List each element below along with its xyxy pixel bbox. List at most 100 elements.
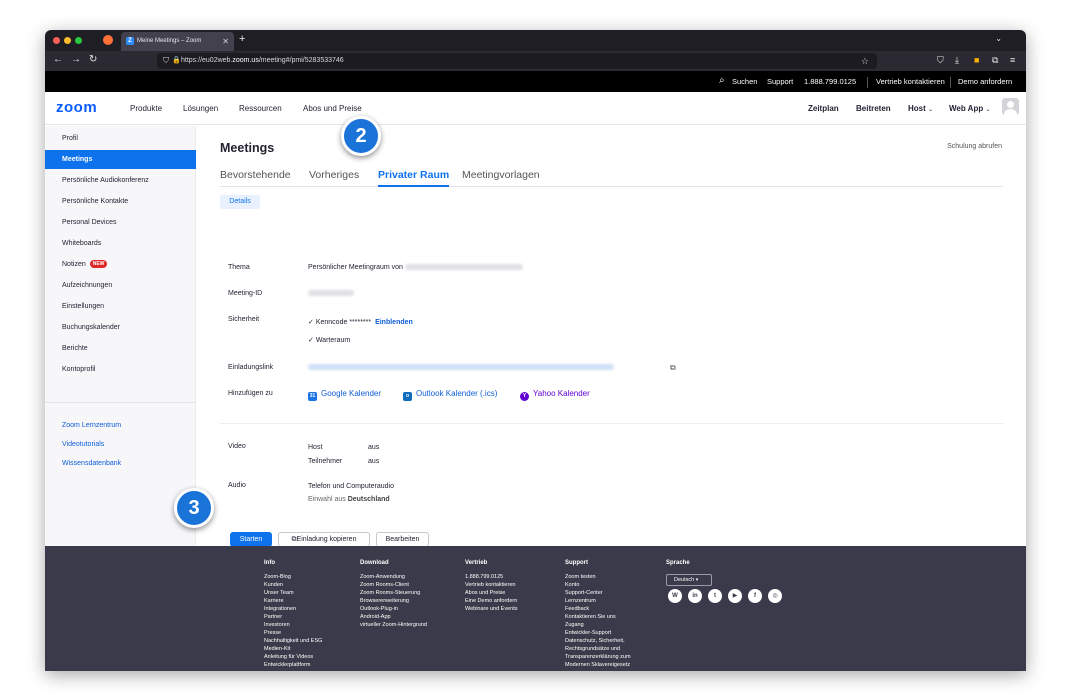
footer-link[interactable]: Karriere bbox=[264, 597, 322, 605]
footer-link[interactable]: Unser Team bbox=[264, 589, 322, 597]
lock-icon[interactable]: 🔒 bbox=[172, 53, 181, 69]
footer-link[interactable]: Zoom Rooms-Steuerung bbox=[360, 589, 427, 597]
footer-link[interactable]: Android-App bbox=[360, 613, 427, 621]
youtube-icon[interactable]: ▶ bbox=[728, 589, 742, 603]
menu-hamburger-icon[interactable]: ≡ bbox=[1010, 55, 1015, 65]
wordpress-icon[interactable]: W bbox=[668, 589, 682, 603]
tab-personal-room[interactable]: Privater Raum bbox=[378, 169, 450, 187]
new-tab-icon[interactable]: + bbox=[239, 33, 245, 45]
sidebar-item-settings[interactable]: Einstellungen bbox=[45, 297, 196, 316]
downloads-icon[interactable]: ⤓ bbox=[955, 55, 959, 66]
sidebar-link-videotutorials[interactable]: Videotutorials bbox=[45, 435, 196, 454]
nav-host[interactable]: Host ⌄ bbox=[908, 104, 933, 113]
sidebar-item-recordings[interactable]: Aufzeichnungen bbox=[45, 276, 196, 295]
footer-link[interactable]: Kunden bbox=[264, 581, 322, 589]
footer-link[interactable]: Partner bbox=[264, 613, 322, 621]
bookmark-star-icon[interactable]: ☆ bbox=[861, 53, 869, 69]
sidebar-item-booking[interactable]: Buchungskalender bbox=[45, 318, 196, 337]
footer-link[interactable]: Support-Center bbox=[565, 589, 631, 597]
footer-link[interactable]: Modernen Sklavereigesetz bbox=[565, 661, 631, 669]
footer-link[interactable]: Webinare und Events bbox=[465, 605, 518, 613]
footer-link[interactable]: Lernzentrum bbox=[565, 597, 631, 605]
nav-resources[interactable]: Ressourcen bbox=[239, 104, 282, 113]
close-tab-icon[interactable]: ✕ bbox=[222, 32, 229, 51]
maximize-window-icon[interactable] bbox=[75, 37, 82, 44]
footer-link[interactable]: Medien-Kit bbox=[264, 645, 322, 653]
minimize-window-icon[interactable] bbox=[64, 37, 71, 44]
top-sales-link[interactable]: Vertrieb kontaktieren bbox=[876, 77, 945, 86]
sidebar-item-contacts[interactable]: Persönliche Kontakte bbox=[45, 192, 196, 211]
footer-link[interactable]: Transparenzerklärung zum bbox=[565, 653, 631, 661]
footer-link[interactable]: virtueller Zoom-Hintergrund bbox=[360, 621, 427, 629]
facebook-icon[interactable]: f bbox=[748, 589, 762, 603]
footer-link[interactable]: Presse bbox=[264, 629, 322, 637]
address-bar[interactable]: ⛉ 🔒 https://eu02web.zoom.us/meeting#/pmi… bbox=[157, 53, 877, 69]
invite-link-value[interactable] bbox=[308, 364, 614, 371]
top-demo-link[interactable]: Demo anfordern bbox=[958, 77, 1012, 86]
tab-upcoming[interactable]: Bevorstehende bbox=[220, 169, 291, 181]
sidebar-link-learning-center[interactable]: Zoom Lernzentrum bbox=[45, 416, 196, 435]
search-icon[interactable]: ⌕ bbox=[719, 75, 725, 86]
extension-icon[interactable]: ■ bbox=[974, 55, 979, 65]
footer-link[interactable]: Zoom-Anwendung bbox=[360, 573, 427, 581]
top-search-link[interactable]: Suchen bbox=[732, 77, 757, 86]
footer-link[interactable]: Datenschutz, Sicherheit, bbox=[565, 637, 631, 645]
yahoo-calendar-link[interactable]: Y Yahoo Kalender bbox=[520, 389, 590, 401]
google-calendar-link[interactable]: 31 Google Kalender bbox=[308, 389, 381, 401]
footer-link[interactable]: Zoom testen bbox=[565, 573, 631, 581]
footer-link[interactable]: Entwickler-Support bbox=[565, 629, 631, 637]
footer-link[interactable]: Feedback bbox=[565, 605, 631, 613]
sidebar-item-notes[interactable]: Notizen NEW bbox=[45, 255, 196, 274]
browser-tab-meetings[interactable]: Z Meine Meetings – Zoom ✕ bbox=[121, 32, 234, 51]
sidebar-item-account-profile[interactable]: Kontoprofil bbox=[45, 360, 196, 379]
footer-link[interactable]: Anleitung für Videos bbox=[264, 653, 322, 661]
top-phone-link[interactable]: 1.888.799.0125 bbox=[804, 77, 856, 86]
start-button[interactable]: Starten bbox=[230, 532, 272, 547]
sidebar-item-whiteboards[interactable]: Whiteboards bbox=[45, 234, 196, 253]
edit-button[interactable]: Bearbeiten bbox=[376, 532, 429, 547]
training-link[interactable]: Schulung abrufen bbox=[947, 143, 1002, 150]
sidebar-item-audio-conference[interactable]: Persönliche Audiokonferenz bbox=[45, 171, 196, 190]
copy-invitation-button[interactable]: ⧉Einladung kopieren bbox=[278, 532, 370, 547]
top-support-link[interactable]: Support bbox=[767, 77, 793, 86]
zoom-logo[interactable]: zoom bbox=[56, 99, 97, 116]
footer-link[interactable]: Entwicklerplattform bbox=[264, 661, 322, 669]
footer-link[interactable]: Konto bbox=[565, 581, 631, 589]
footer-link[interactable]: Zugang bbox=[565, 621, 631, 629]
footer-link[interactable]: Integrationen bbox=[264, 605, 322, 613]
instagram-icon[interactable]: ◎ bbox=[768, 589, 782, 603]
back-arrow-icon[interactable]: ← bbox=[53, 54, 63, 65]
footer-link[interactable]: Rechtsgrundsätze und bbox=[565, 645, 631, 653]
nav-solutions[interactable]: Lösungen bbox=[183, 104, 218, 113]
close-window-icon[interactable] bbox=[53, 37, 60, 44]
sidebar-item-meetings[interactable]: Meetings bbox=[45, 150, 196, 169]
reload-icon[interactable]: ↻ bbox=[89, 54, 97, 65]
tab-previous[interactable]: Vorheriges bbox=[309, 169, 359, 181]
nav-webapp[interactable]: Web App ⌄ bbox=[949, 104, 990, 113]
footer-link[interactable]: Investoren bbox=[264, 621, 322, 629]
footer-link[interactable]: 1.888.799.0125 bbox=[465, 573, 518, 581]
footer-link[interactable]: Vertrieb kontaktieren bbox=[465, 581, 518, 589]
footer-link[interactable]: Kontaktieren Sie uns bbox=[565, 613, 631, 621]
sidebar-item-devices[interactable]: Personal Devices bbox=[45, 213, 196, 232]
sidebar-item-profile[interactable]: Profil bbox=[45, 129, 196, 148]
footer-link[interactable]: Nachhaltigkeit und ESG bbox=[264, 637, 322, 645]
copy-icon[interactable]: ⧉ bbox=[670, 363, 676, 373]
footer-link[interactable]: Outlook-Plug-in bbox=[360, 605, 427, 613]
outlook-calendar-link[interactable]: o Outlook Kalender (.ics) bbox=[403, 389, 497, 401]
details-subtab[interactable]: Details bbox=[220, 195, 260, 209]
sidebar-item-reports[interactable]: Berichte bbox=[45, 339, 196, 358]
sidebar-link-knowledge-base[interactable]: Wissensdatenbank bbox=[45, 454, 196, 473]
tab-templates[interactable]: Meetingvorlagen bbox=[462, 169, 540, 181]
show-passcode-link[interactable]: Einblenden bbox=[375, 319, 413, 326]
linkedin-icon[interactable]: in bbox=[688, 589, 702, 603]
footer-link[interactable]: Browsererweiterung bbox=[360, 597, 427, 605]
nav-join[interactable]: Beitreten bbox=[856, 104, 891, 113]
forward-arrow-icon[interactable]: → bbox=[71, 54, 81, 65]
language-select[interactable]: Deutsch ▾ bbox=[666, 574, 712, 586]
twitter-icon[interactable]: t bbox=[708, 589, 722, 603]
nav-products[interactable]: Produkte bbox=[130, 104, 162, 113]
nav-pricing[interactable]: Abos und Preise bbox=[303, 104, 362, 113]
shield-icon[interactable]: ⛉ bbox=[163, 53, 169, 69]
extensions-puzzle-icon[interactable]: ⧉ bbox=[992, 55, 998, 66]
